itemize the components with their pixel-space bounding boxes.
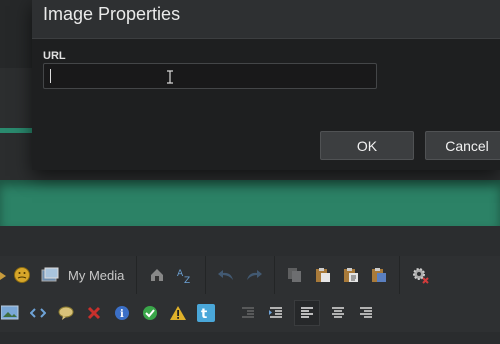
toolbar-group-align <box>226 294 386 332</box>
toolbar-group-history <box>206 256 276 294</box>
info-icon[interactable]: i <box>112 303 132 323</box>
svg-text:i: i <box>120 309 124 320</box>
editor-footer <box>0 332 500 344</box>
url-label: URL <box>43 50 66 62</box>
svg-text:A: A <box>177 269 184 279</box>
paste-icon[interactable] <box>313 265 333 285</box>
toolbar-group-settings <box>400 256 440 294</box>
undo-icon[interactable] <box>216 265 236 285</box>
ok-button[interactable]: OK <box>320 131 414 160</box>
toolbar-gap <box>0 226 500 256</box>
copy-icon[interactable] <box>285 265 305 285</box>
url-input[interactable] <box>43 63 377 89</box>
svg-text:Z: Z <box>184 276 190 284</box>
dialog-body: URL OK Cancel <box>32 39 500 170</box>
code-icon[interactable] <box>28 303 48 323</box>
align-center-icon[interactable] <box>328 303 348 323</box>
image-icon[interactable] <box>0 303 20 323</box>
align-left-icon[interactable] <box>294 300 320 326</box>
toolbar-group-insert: My Media <box>0 256 138 294</box>
indent-icon[interactable] <box>266 303 286 323</box>
toolbar-group-links: AZ <box>137 256 207 294</box>
my-media-button[interactable]: My Media <box>68 268 124 283</box>
editor-toolbar-row-1: My Media AZ <box>0 256 500 295</box>
toolbar-group-clipboard <box>275 256 401 294</box>
ibeam-cursor-icon <box>166 70 174 86</box>
pencil-icon[interactable] <box>0 265 6 285</box>
redo-icon[interactable] <box>244 265 264 285</box>
cancel-button[interactable]: Cancel <box>425 131 500 160</box>
success-icon[interactable] <box>140 303 160 323</box>
smiley-icon[interactable] <box>12 265 32 285</box>
comment-icon[interactable] <box>56 303 76 323</box>
anchor-icon[interactable] <box>147 265 167 285</box>
svg-text:t: t <box>201 307 207 322</box>
teal-banner <box>0 180 500 226</box>
toolbar-group-format: i t <box>0 294 226 332</box>
text-caret <box>50 69 51 83</box>
settings-icon[interactable] <box>410 265 430 285</box>
dialog-header: Image Properties <box>32 0 500 39</box>
warning-icon[interactable] <box>168 303 188 323</box>
paste-text-icon[interactable] <box>341 265 361 285</box>
editor-toolbar-row-2: i t <box>0 294 500 332</box>
spellcheck-icon[interactable]: AZ <box>175 265 195 285</box>
image-properties-dialog: Image Properties URL OK Cancel <box>32 0 500 170</box>
media-icon[interactable] <box>40 265 60 285</box>
twitter-icon[interactable]: t <box>196 303 216 323</box>
error-icon[interactable] <box>84 303 104 323</box>
outdent-icon[interactable] <box>238 303 258 323</box>
paste-word-icon[interactable] <box>369 265 389 285</box>
dialog-title: Image Properties <box>43 4 181 24</box>
align-right-icon[interactable] <box>356 303 376 323</box>
